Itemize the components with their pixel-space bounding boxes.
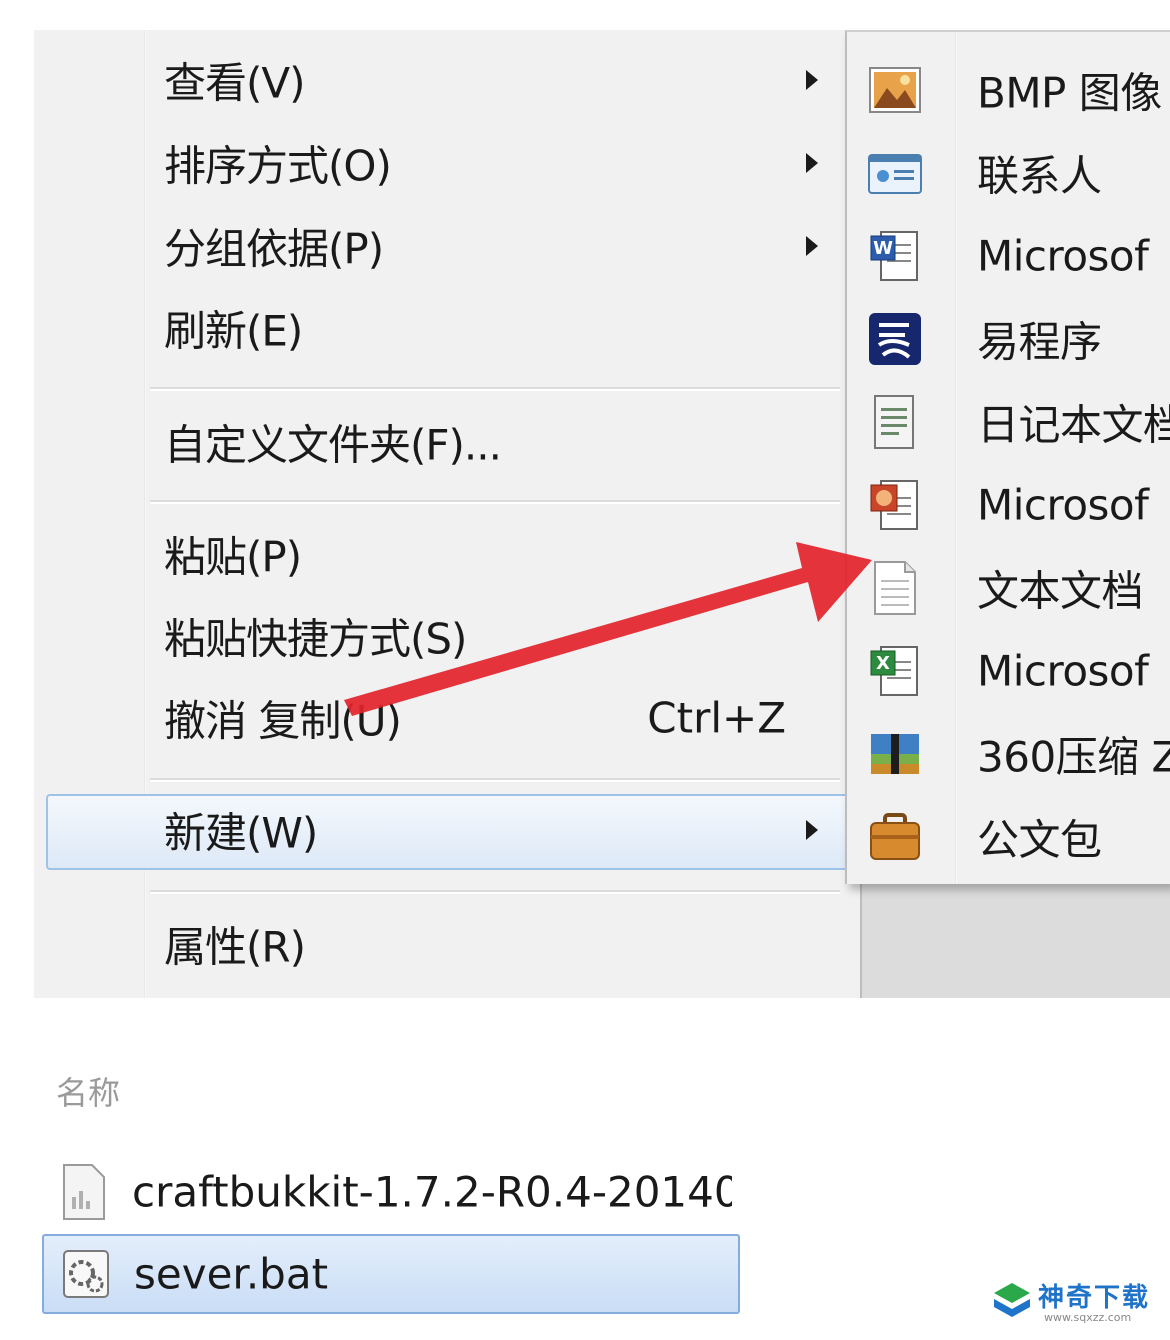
file-row-craftbukkit[interactable]: craftbukkit-1.7.2-R0.4-20140 [42,1154,736,1230]
menu-item-refresh[interactable]: 刷新(E) [34,288,860,368]
menu-item-label: 粘贴(P) [164,532,302,582]
menu-item-label: 刷新(E) [164,306,303,356]
bmp-image-icon [869,66,921,113]
menu-separator [150,778,840,782]
word-document-icon: W [870,230,918,281]
menu-item-group-by[interactable]: 分组依据(P) [34,206,860,286]
menu-item-properties[interactable]: 属性(R) [34,904,860,984]
watermark-logo-icon [994,1283,1030,1317]
submenu-arrow-icon [806,820,818,840]
submenu-item-label: BMP 图像 [977,68,1162,117]
submenu-item-label: Microsof [977,480,1149,529]
file-name: sever.bat [134,1249,329,1299]
menu-item-label: 撤消 复制(U) [164,696,402,746]
submenu-item-contact[interactable]: 联系人 [847,131,1170,214]
watermark-url: www.sqxzz.com [1044,1311,1132,1324]
submenu-item-label: Microsof [977,231,1149,280]
column-header-name[interactable]: 名称 [56,1068,120,1114]
menu-separator [150,500,840,504]
menu-item-sort-by[interactable]: 排序方式(O) [34,123,860,203]
context-menu: 查看(V) 排序方式(O) 分组依据(P) 刷新(E) 自定义文件夹(F)...… [34,30,860,998]
submenu-item-label: 联系人 [977,151,1102,200]
journal-document-icon [874,394,914,449]
file-row-sever-bat[interactable]: sever.bat [42,1234,740,1314]
file-name: craftbukkit-1.7.2-R0.4-20140 [132,1167,732,1217]
menu-item-label: 粘贴快捷方式(S) [164,614,467,664]
menu-item-label: 属性(R) [164,922,306,972]
submenu-item-label: 日记本文档 [977,400,1170,449]
menu-item-undo-copy[interactable]: 撤消 复制(U) Ctrl+Z [34,678,860,758]
jar-file-icon [63,1164,105,1220]
submenu-item-360-archive[interactable]: 360压缩 Z [847,712,1170,795]
archive-icon [871,733,919,774]
menu-separator [150,890,840,894]
menu-separator [150,387,840,391]
submenu-item-text-document[interactable]: 文本文档 [847,546,1170,629]
svg-text:X: X [876,653,890,674]
powerpoint-document-icon [870,479,918,530]
menu-item-new[interactable]: 新建(W) [34,790,860,870]
svg-text:W: W [873,238,893,259]
menu-item-label: 排序方式(O) [164,141,392,191]
submenu-arrow-icon [806,70,818,90]
submenu-arrow-icon [806,236,818,256]
watermark: 神奇下载 www.sqxzz.com [990,1275,1160,1335]
menu-item-customize-folder[interactable]: 自定义文件夹(F)... [34,402,860,482]
excel-document-icon: X [870,645,918,696]
menu-item-label: 分组依据(P) [164,224,384,274]
submenu-item-bmp-image[interactable]: BMP 图像 [847,48,1170,131]
text-document-icon [874,560,916,615]
submenu-item-label: 易程序 [977,317,1102,366]
submenu-item-label: Microsof [977,646,1149,695]
menu-item-shortcut: Ctrl+Z [647,693,786,743]
submenu-arrow-icon [806,153,818,173]
submenu-item-label: 360压缩 Z [977,732,1170,781]
menu-item-paste[interactable]: 粘贴(P) [34,514,860,594]
submenu-item-journal-document[interactable]: 日记本文档 [847,380,1170,463]
new-submenu: BMP 图像 联系人 W Microsof 易程序 日记本文档 Microsof… [845,30,1170,884]
watermark-title: 神奇下载 [1038,1283,1151,1313]
submenu-item-label: 公文包 [977,815,1102,864]
submenu-item-label: 文本文档 [977,566,1144,615]
submenu-item-powerpoint-document[interactable]: Microsof [847,463,1170,546]
menu-item-paste-shortcut[interactable]: 粘贴快捷方式(S) [34,596,860,676]
menu-item-view[interactable]: 查看(V) [34,40,860,120]
submenu-item-briefcase[interactable]: 公文包 [847,795,1170,878]
window-background [860,882,1170,998]
briefcase-icon [870,812,920,860]
submenu-item-e-program[interactable]: 易程序 [847,297,1170,380]
menu-item-label: 自定义文件夹(F)... [164,420,502,470]
submenu-item-word-document[interactable]: W Microsof [847,214,1170,297]
submenu-item-excel-document[interactable]: X Microsof [847,629,1170,712]
contact-card-icon [868,153,922,194]
e-language-icon [869,312,921,365]
batch-file-icon [63,1250,109,1298]
menu-item-label: 查看(V) [164,58,306,108]
menu-item-label: 新建(W) [164,808,318,858]
